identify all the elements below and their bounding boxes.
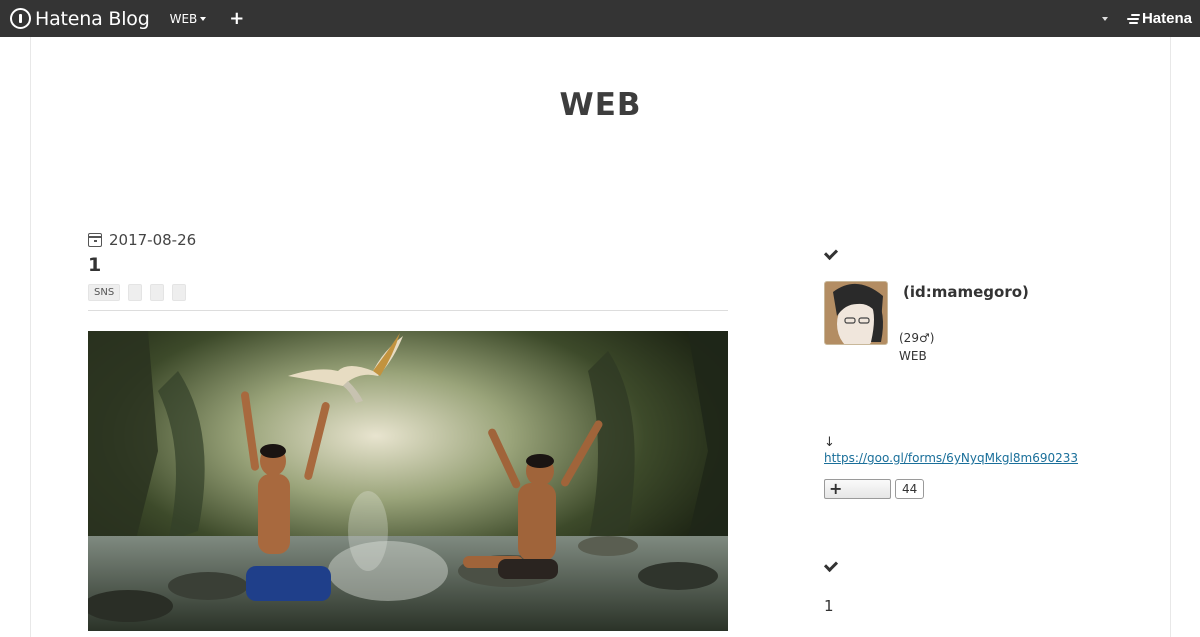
subscribe-row: 44 — [824, 479, 1124, 499]
hatena-blog-logo-icon — [10, 8, 31, 29]
avatar[interactable] — [824, 281, 888, 345]
entry-date-text: 2017-08-26 — [109, 231, 197, 249]
sidebar-module-body: 1 — [824, 597, 834, 615]
hatena-logo-text: Hatena — [1141, 10, 1192, 27]
entry-title[interactable]: 1 — [88, 254, 728, 276]
blog-title[interactable]: WEB — [31, 87, 1170, 123]
check-icon — [824, 559, 838, 573]
entry-categories: SNS — [88, 284, 728, 301]
check-icon — [824, 247, 838, 261]
form-link[interactable]: https://goo.gl/forms/6yNyqMkgl8m690233 — [824, 451, 1124, 465]
calendar-icon — [88, 233, 102, 247]
blog-switcher-label: WEB — [169, 11, 198, 26]
new-entry-button[interactable]: + — [229, 9, 244, 28]
category-tag[interactable]: SNS — [88, 284, 121, 301]
hatena-mark-icon — [1126, 13, 1140, 24]
user-menu-chevron-icon[interactable] — [1101, 16, 1108, 21]
global-header: Hatena Blog WEB + Hatena — [0, 0, 1200, 37]
category-tag[interactable] — [128, 284, 143, 301]
sidebar-module: 1 — [824, 559, 1124, 615]
entry-photo — [88, 331, 728, 631]
entry-article: 2017-08-26 1 SNS — [88, 231, 728, 631]
subscribe-count: 44 — [895, 479, 925, 499]
subscribe-button[interactable] — [824, 479, 891, 499]
hatena-blog-home-link[interactable]: Hatena Blog — [10, 8, 150, 30]
chevron-down-icon — [200, 16, 207, 21]
brand-name: Hatena Blog — [35, 7, 150, 30]
category-tag[interactable] — [172, 284, 187, 301]
profile-desc-text: WEB — [899, 349, 927, 363]
entry-divider — [88, 310, 728, 311]
category-tag[interactable] — [150, 284, 165, 301]
entry-date[interactable]: 2017-08-26 — [88, 231, 728, 249]
avatar-image — [825, 282, 887, 344]
page-container: WEB 2017-08-26 1 SNS (id:mamegoro) (29♂)… — [30, 37, 1171, 637]
river-children-photo — [88, 331, 728, 631]
sidebar: (id:mamegoro) (29♂) WEB ↓ https://goo.gl… — [824, 247, 1124, 615]
blog-switcher-dropdown[interactable]: WEB — [170, 12, 207, 26]
hatena-link[interactable]: Hatena — [1126, 10, 1192, 27]
down-arrow-text: ↓ — [824, 435, 835, 450]
